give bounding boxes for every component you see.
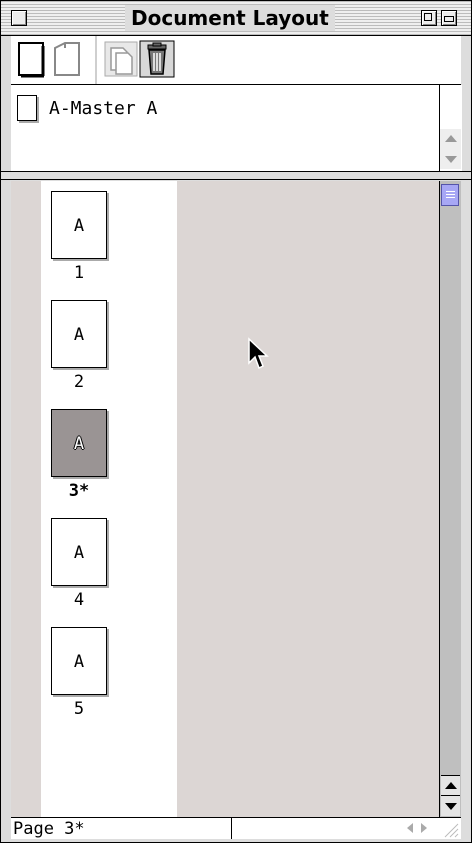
document-pages-area: A 1 A 2 A 3* A 4 A 5	[11, 181, 439, 817]
arrow-up-icon	[445, 782, 457, 789]
master-list-scrollbar[interactable]	[439, 85, 462, 171]
page-number: 1	[73, 263, 85, 283]
pages-column: A 1 A 2 A 3* A 4 A 5	[41, 181, 177, 817]
duplicate-icon	[104, 41, 138, 77]
pages-scroll-up-button[interactable]	[441, 775, 460, 796]
facing-pages-icon	[54, 42, 80, 76]
duplicate-button[interactable]	[103, 40, 139, 78]
page-status-text: Page 3*	[13, 819, 85, 839]
title-bar[interactable]: Document Layout	[1, 1, 471, 36]
page-master-letter: A	[73, 216, 85, 236]
page-icon[interactable]: A	[51, 191, 107, 259]
master-pages-list: A-Master A	[11, 85, 439, 171]
master-item[interactable]: A-Master A	[17, 93, 157, 123]
pages-scroll-down-button[interactable]	[441, 795, 460, 816]
status-bar: Page 3*	[11, 817, 461, 839]
horizontal-scroll-arrows[interactable]	[397, 818, 437, 839]
page-number: 2	[73, 372, 85, 392]
trash-icon	[139, 40, 175, 78]
arrow-left-icon[interactable]	[407, 823, 413, 833]
pages-scrollbar[interactable]	[439, 181, 461, 817]
page-icon[interactable]: A	[51, 518, 107, 586]
delete-button[interactable]	[139, 40, 175, 78]
grip-line	[446, 194, 455, 195]
master-page-icon	[17, 95, 37, 121]
zoom-icon	[424, 13, 432, 21]
facing-pages-button[interactable]	[51, 40, 87, 78]
document-layout-palette: Document Layout A-Master A A 1 A 2 A 3* …	[0, 0, 472, 843]
collapse-icon	[444, 16, 454, 22]
page-number-selected: 3*	[68, 481, 90, 501]
page-number: 4	[73, 590, 85, 610]
page-master-letter: A	[73, 434, 85, 454]
close-box[interactable]	[11, 10, 27, 26]
master-scroll-down-button[interactable]	[440, 149, 461, 169]
master-label: A-Master A	[49, 97, 158, 119]
window-title: Document Layout	[125, 5, 335, 31]
page-icon-selected[interactable]: A	[51, 409, 107, 477]
scroll-thumb[interactable]	[441, 184, 459, 206]
horizontal-scroll-track[interactable]	[232, 818, 397, 839]
mouse-pointer-icon	[248, 337, 269, 370]
toolbar-divider	[95, 36, 97, 84]
page-number: 5	[73, 699, 85, 719]
collapse-box[interactable]	[441, 10, 457, 26]
arrow-down-icon	[445, 156, 457, 163]
single-sided-page-icon	[18, 42, 45, 78]
page-icon[interactable]: A	[51, 627, 107, 695]
resize-grip-icon[interactable]	[439, 818, 461, 839]
arrow-down-icon	[445, 803, 457, 810]
toolbar	[11, 36, 461, 85]
pane-divider-handle[interactable]	[1, 171, 471, 180]
zoom-box[interactable]	[421, 10, 437, 26]
master-scroll-up-button[interactable]	[440, 129, 461, 149]
grip-line	[446, 191, 455, 192]
arrow-up-icon	[445, 135, 457, 142]
page-icon[interactable]: A	[51, 300, 107, 368]
grip-line	[446, 197, 455, 198]
single-sided-page-button[interactable]	[15, 40, 51, 78]
page-master-letter: A	[73, 543, 85, 563]
arrow-right-icon[interactable]	[421, 823, 427, 833]
page-master-letter: A	[73, 652, 85, 672]
page-master-letter: A	[73, 325, 85, 345]
